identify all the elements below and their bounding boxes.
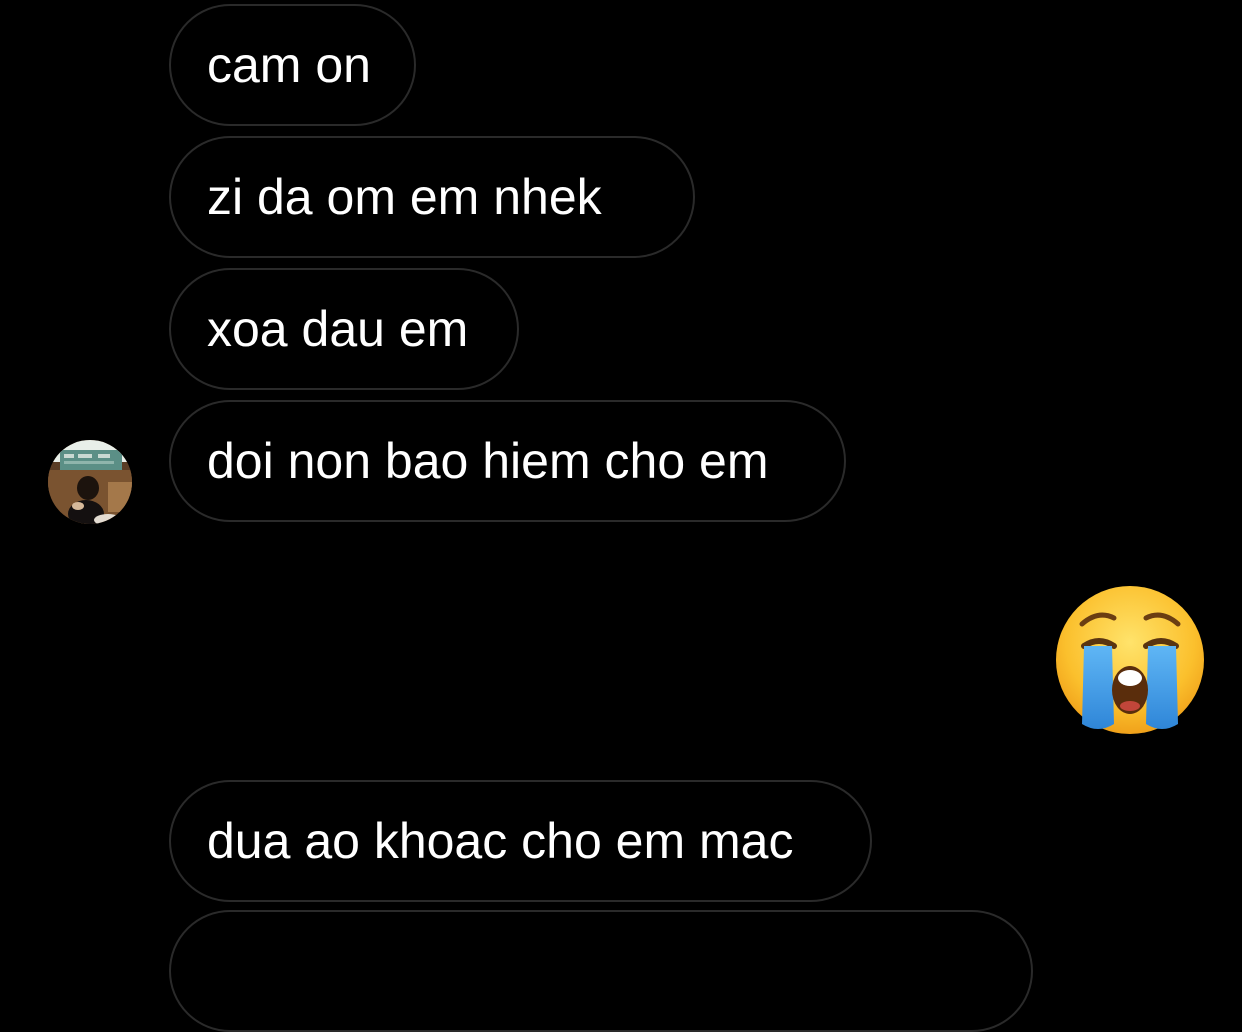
loudly-crying-face-icon[interactable] <box>1054 584 1206 736</box>
message-text: xoa dau em <box>207 301 469 357</box>
message-bubble[interactable]: zi da om em nhek <box>169 136 695 258</box>
message-text: zi da om em nhek <box>207 169 602 225</box>
message-bubble[interactable] <box>169 910 1033 1032</box>
message-text: cam on <box>207 37 371 93</box>
message-text: dua ao khoac cho em mac <box>207 813 794 869</box>
message-bubble[interactable]: xoa dau em <box>169 268 519 390</box>
message-bubble[interactable]: doi non bao hiem cho em <box>169 400 846 522</box>
message-bubble[interactable]: cam on <box>169 4 416 126</box>
message-bubble[interactable]: dua ao khoac cho em mac <box>169 780 872 902</box>
avatar[interactable] <box>48 440 132 524</box>
message-text: doi non bao hiem cho em <box>207 433 769 489</box>
